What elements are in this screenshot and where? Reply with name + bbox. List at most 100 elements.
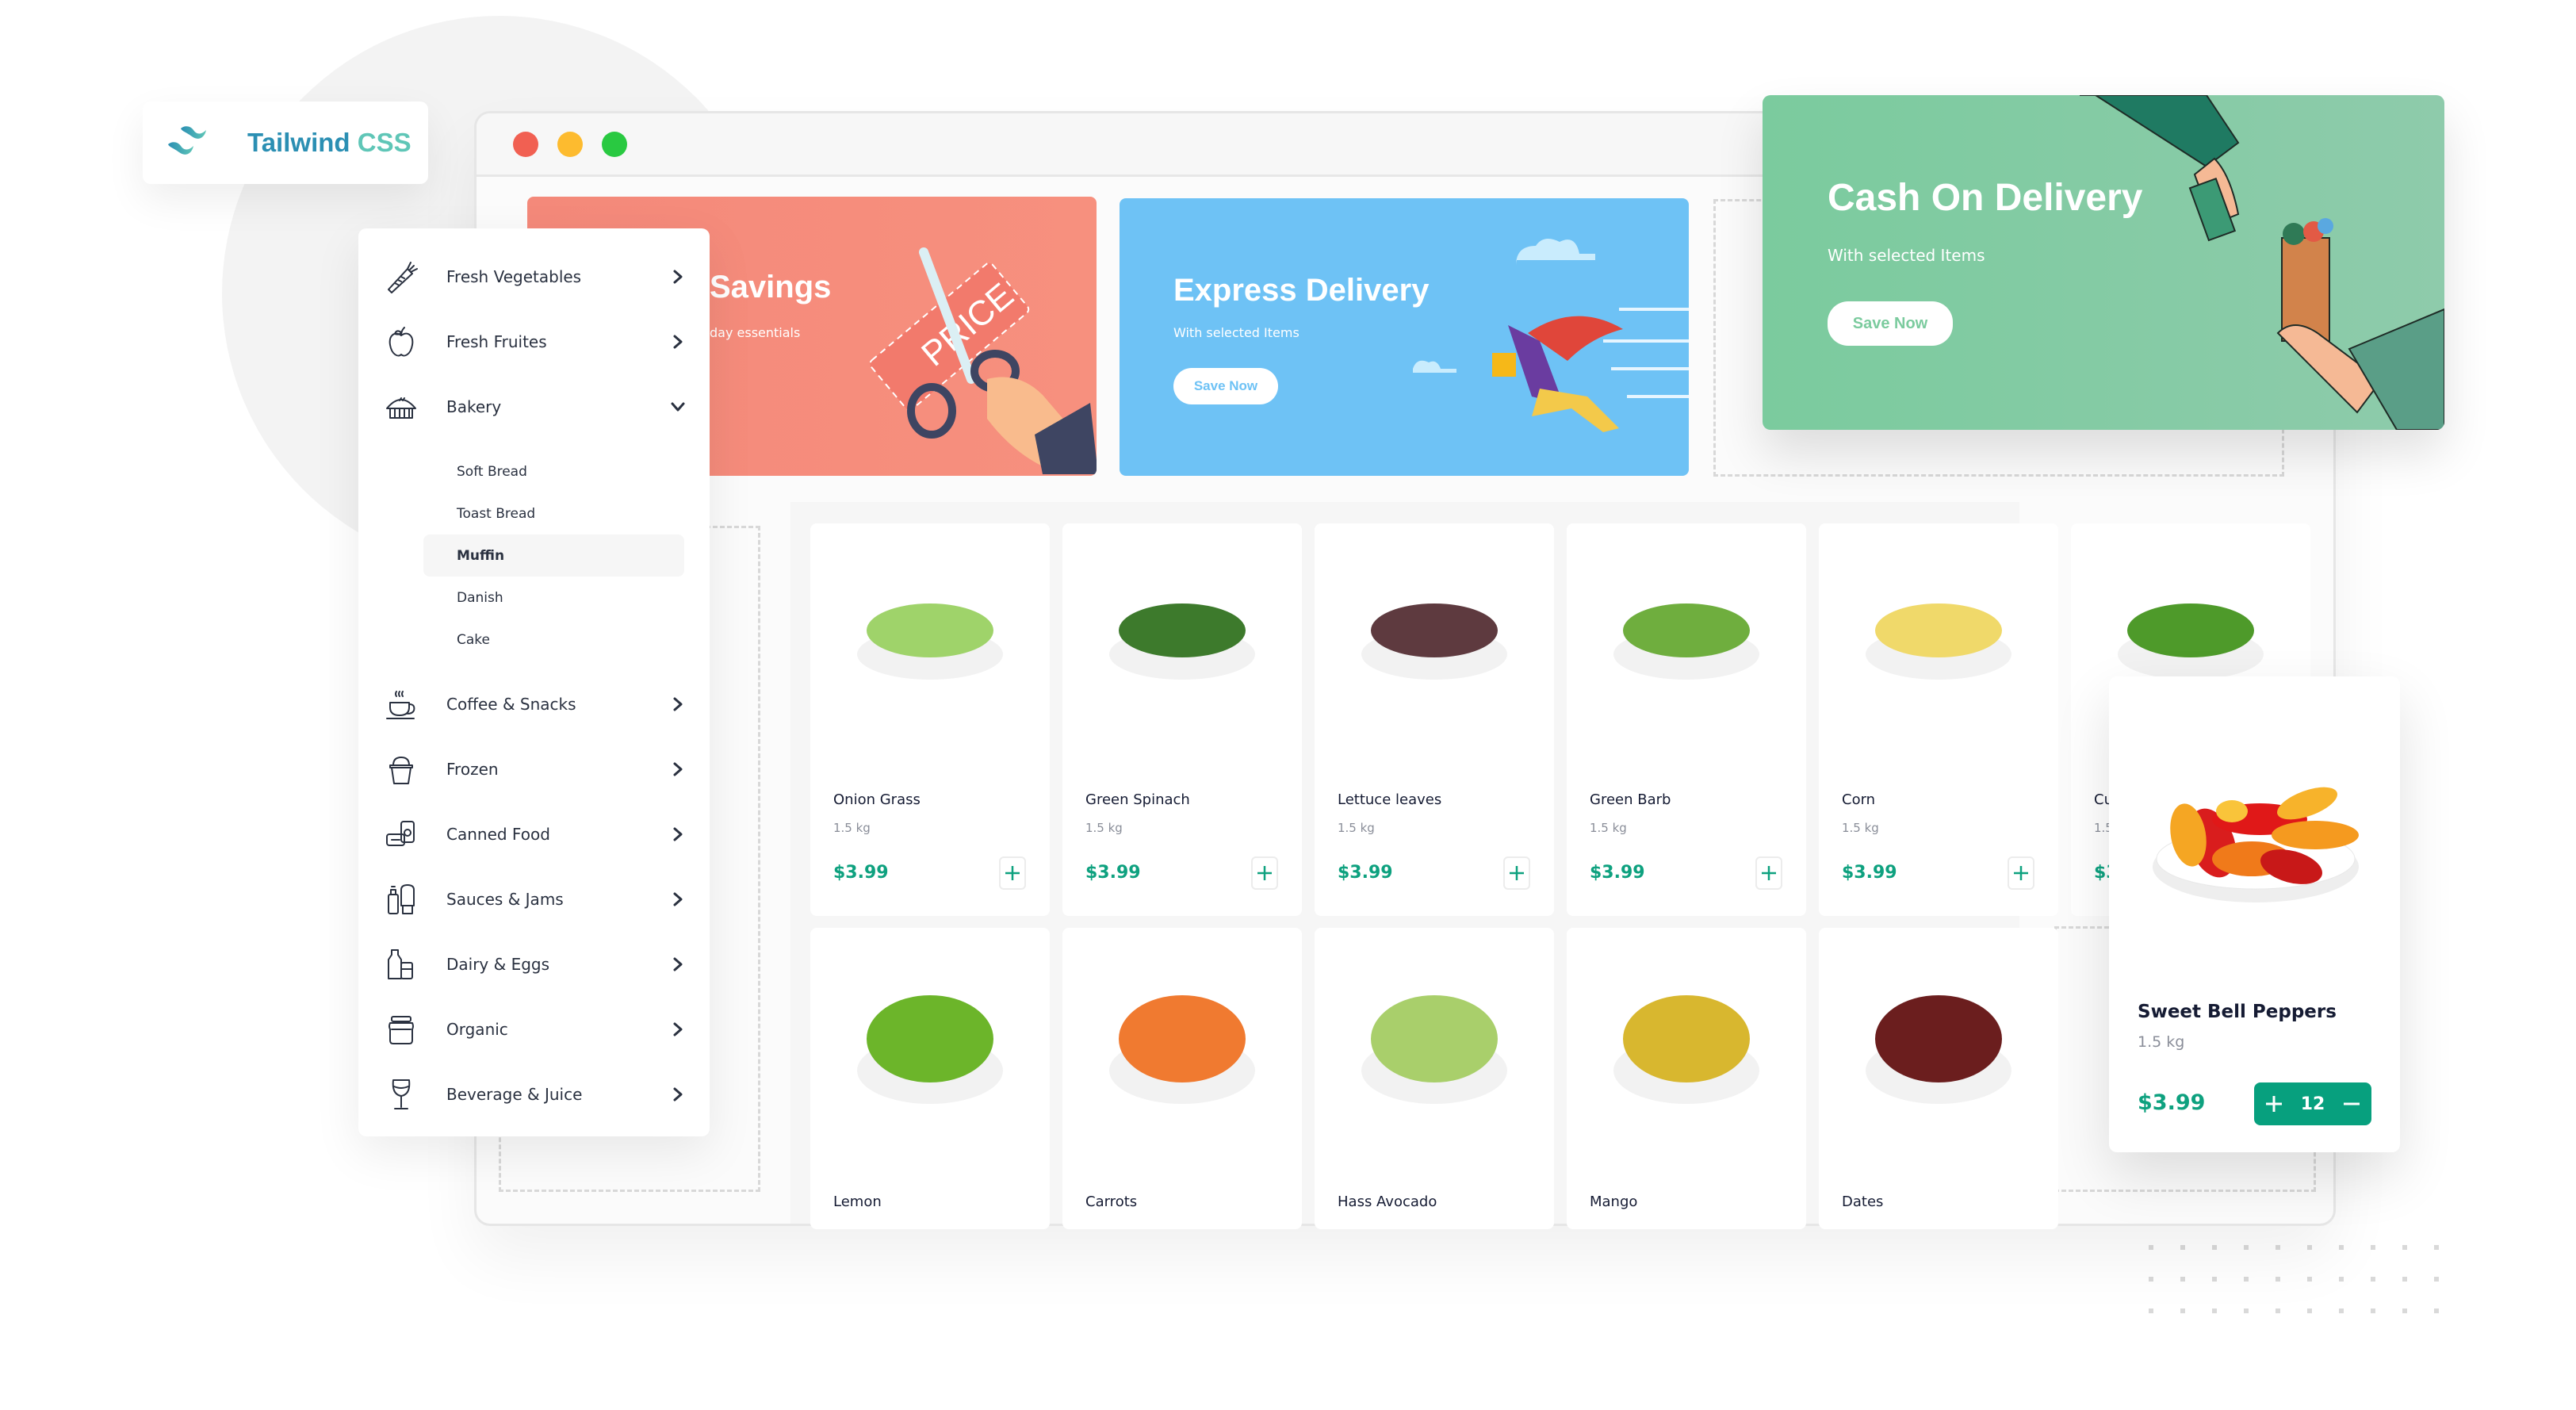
add-to-cart-button[interactable] [1503, 856, 1530, 890]
product-price: $3.99 [1842, 863, 1897, 883]
product-card[interactable]: Carrots [1062, 928, 1302, 1229]
expand-toggle[interactable] [670, 696, 686, 712]
dot [2212, 1245, 2217, 1250]
dot [2339, 1245, 2344, 1250]
dot [2212, 1277, 2217, 1282]
product-weight: 1.5 kg [1842, 821, 1879, 835]
product-image-lettuce-leaves [1361, 603, 1507, 680]
product-weight: 1.5 kg [1590, 821, 1627, 835]
dot [2244, 1277, 2249, 1282]
maximize-window-button[interactable] [602, 131, 627, 157]
expand-toggle[interactable] [670, 334, 686, 350]
jar-icon [384, 1012, 419, 1047]
product-card[interactable]: Mango [1567, 928, 1806, 1229]
sidebar-item-canned-food[interactable]: Canned Food [358, 802, 710, 867]
expand-toggle[interactable] [670, 1021, 686, 1037]
subcategory-item-cake[interactable]: Cake [423, 619, 684, 661]
sidebar-item-label: Organic [446, 1020, 508, 1039]
increase-quantity-button[interactable] [2262, 1092, 2286, 1116]
expand-toggle[interactable] [670, 399, 686, 415]
sidebar-item-frozen[interactable]: Frozen [358, 737, 710, 802]
product-image-green-barb [1613, 603, 1759, 680]
sidebar-item-beverage-juice[interactable]: Beverage & Juice [358, 1062, 710, 1127]
subcategory-item-toast-bread[interactable]: Toast Bread [423, 492, 684, 534]
product-name: Lemon [833, 1194, 882, 1210]
chevron-right-icon [673, 270, 683, 284]
dot [2371, 1277, 2375, 1282]
scissors-price-tag-illustration: PRICE [869, 247, 1097, 474]
dot [2244, 1245, 2249, 1250]
expand-toggle[interactable] [670, 269, 686, 285]
milk-bottle-icon [384, 947, 419, 982]
chevron-right-icon [673, 335, 683, 349]
dot [2371, 1308, 2375, 1313]
sidebar-item-sauces-jams[interactable]: Sauces & Jams [358, 867, 710, 932]
close-window-button[interactable] [513, 131, 538, 157]
product-weight: 1.5 kg [1085, 821, 1123, 835]
subcategory-list: Soft Bread Toast Bread Muffin Danish Cake [358, 439, 710, 672]
minimize-window-button[interactable] [557, 131, 583, 157]
expand-toggle[interactable] [670, 826, 686, 842]
product-card[interactable]: Corn 1.5 kg $3.99 [1819, 523, 2058, 916]
subcategory-item-muffin[interactable]: Muffin [423, 534, 684, 577]
featured-product-card[interactable]: Sweet Bell Peppers 1.5 kg $3.99 12 [2109, 676, 2400, 1152]
product-card[interactable]: Lemon [810, 928, 1050, 1229]
promo-banner-express-delivery[interactable]: Express Delivery With selected Items Sav… [1120, 198, 1689, 476]
dot [2244, 1308, 2249, 1313]
product-weight: 1.5 kg [1338, 821, 1375, 835]
chevron-right-icon [673, 1087, 683, 1102]
dot [2307, 1245, 2312, 1250]
dot [2402, 1277, 2407, 1282]
minus-icon [2344, 1102, 2360, 1105]
product-card[interactable]: Dates [1819, 928, 2058, 1229]
chevron-down-icon [671, 402, 685, 412]
save-now-button[interactable]: Save Now [1173, 368, 1278, 404]
plus-icon [2265, 1096, 2282, 1112]
wine-glass-icon [384, 1077, 419, 1112]
product-image-corn [1866, 603, 2011, 680]
apple-icon [384, 324, 419, 359]
expand-toggle[interactable] [670, 761, 686, 777]
add-to-cart-button[interactable] [999, 856, 1026, 890]
sidebar-item-label: Dairy & Eggs [446, 955, 550, 974]
product-name: Green Barb [1590, 791, 1671, 808]
dot [2276, 1277, 2280, 1282]
save-now-button[interactable]: Save Now [1828, 301, 1953, 346]
coffee-cup-icon [384, 687, 419, 722]
product-card[interactable]: Hass Avocado [1315, 928, 1554, 1229]
sidebar-item-organic[interactable]: Organic [358, 997, 710, 1062]
add-to-cart-button[interactable] [1755, 856, 1782, 890]
add-to-cart-button[interactable] [1251, 856, 1278, 890]
product-price: $3.99 [1338, 863, 1393, 883]
pie-icon [384, 389, 419, 424]
chevron-right-icon [673, 697, 683, 711]
expand-toggle[interactable] [670, 891, 686, 907]
canned-food-icon [384, 817, 419, 852]
add-to-cart-button[interactable] [2008, 856, 2034, 890]
sidebar-item-fresh-vegetables[interactable]: Fresh Vegetables [358, 244, 710, 309]
decrease-quantity-button[interactable] [2340, 1092, 2364, 1116]
dot [2434, 1277, 2439, 1282]
product-card[interactable]: Green Barb 1.5 kg $3.99 [1567, 523, 1806, 916]
subcategory-item-danish[interactable]: Danish [423, 577, 684, 619]
product-card[interactable]: Onion Grass 1.5 kg $3.99 [810, 523, 1050, 916]
promo-banner-cash-on-delivery[interactable]: Cash On Delivery With selected Items Sav… [1763, 95, 2444, 430]
product-name: Corn [1842, 791, 1876, 808]
product-name: Green Spinach [1085, 791, 1190, 808]
quantity-value: 12 [2300, 1094, 2325, 1114]
expand-toggle[interactable] [670, 1086, 686, 1102]
chevron-right-icon [673, 1022, 683, 1036]
sidebar-item-label: Bakery [446, 397, 502, 416]
product-image-cu [2118, 603, 2264, 680]
sidebar-item-dairy-eggs[interactable]: Dairy & Eggs [358, 932, 710, 997]
brand-name: Tailwind CSS [247, 128, 411, 157]
sidebar-item-coffee-snacks[interactable]: Coffee & Snacks [358, 672, 710, 737]
product-card[interactable]: Green Spinach 1.5 kg $3.99 [1062, 523, 1302, 916]
dot [2180, 1277, 2185, 1282]
sidebar-item-label: Beverage & Juice [446, 1085, 583, 1104]
expand-toggle[interactable] [670, 956, 686, 972]
sidebar-item-fresh-fruites[interactable]: Fresh Fruites [358, 309, 710, 374]
product-card[interactable]: Lettuce leaves 1.5 kg $3.99 [1315, 523, 1554, 916]
subcategory-item-soft-bread[interactable]: Soft Bread [423, 450, 684, 492]
sidebar-item-bakery[interactable]: Bakery [358, 374, 710, 439]
